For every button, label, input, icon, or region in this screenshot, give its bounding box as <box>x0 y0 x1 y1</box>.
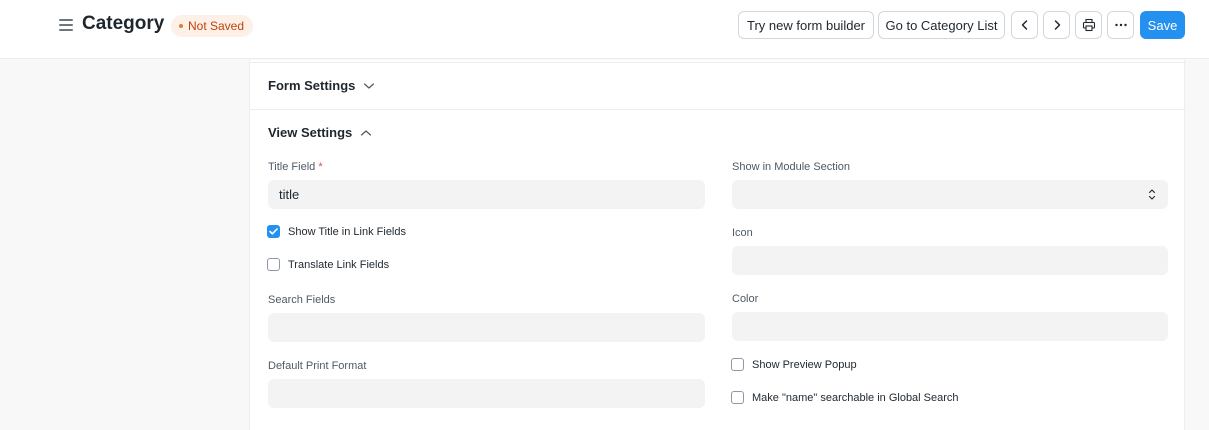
chevron-left-icon <box>1021 20 1027 30</box>
printer-icon <box>1082 18 1095 32</box>
form-card: Form Settings View Settings Title Field … <box>249 60 1186 430</box>
icon-field-label: Icon <box>732 227 753 239</box>
icon-field-input[interactable] <box>732 246 1168 275</box>
status-badge-label: Not Saved <box>188 19 245 33</box>
view-settings-section-header[interactable]: View Settings <box>268 125 372 140</box>
section-divider <box>250 62 1186 63</box>
select-arrows-icon <box>1148 189 1156 200</box>
required-mark: * <box>318 161 323 173</box>
search-fields-input[interactable] <box>268 313 705 342</box>
make-name-searchable-label: Make "name" searchable in Global Search <box>752 391 959 404</box>
ellipsis-icon <box>1114 23 1127 27</box>
chevron-up-icon <box>361 129 372 136</box>
next-record-button[interactable] <box>1043 11 1070 39</box>
try-new-form-builder-button[interactable]: Try new form builder <box>738 11 874 39</box>
color-field-input[interactable] <box>732 312 1168 341</box>
chevron-right-icon <box>1054 20 1060 30</box>
show-in-module-section-select[interactable] <box>732 180 1168 209</box>
form-settings-title: Form Settings <box>268 78 356 93</box>
checkbox-unchecked-icon[interactable] <box>731 358 744 371</box>
show-preview-popup-label: Show Preview Popup <box>752 358 857 371</box>
more-actions-button[interactable] <box>1107 11 1134 39</box>
go-to-list-button[interactable]: Go to Category List <box>878 11 1005 39</box>
previous-record-button[interactable] <box>1011 11 1038 39</box>
save-button-label: Save <box>1147 17 1178 33</box>
checkbox-unchecked-icon[interactable] <box>267 258 280 271</box>
chevron-down-icon <box>364 82 375 89</box>
checkbox-unchecked-icon[interactable] <box>731 391 744 404</box>
default-print-format-input[interactable] <box>268 379 705 408</box>
view-settings-title: View Settings <box>268 125 353 140</box>
search-fields-label: Search Fields <box>268 294 336 306</box>
go-to-list-label: Go to Category List <box>885 17 998 33</box>
show-in-module-section-label: Show in Module Section <box>732 161 851 173</box>
show-title-in-link-fields-label: Show Title in Link Fields <box>288 225 406 238</box>
print-button[interactable] <box>1075 11 1102 39</box>
try-new-form-builder-label: Try new form builder <box>747 17 865 33</box>
show-title-in-link-fields-checkbox[interactable]: Show Title in Link Fields <box>267 225 406 238</box>
sidebar-area <box>0 60 249 419</box>
translate-link-fields-checkbox[interactable]: Translate Link Fields <box>267 258 389 271</box>
show-preview-popup-checkbox[interactable]: Show Preview Popup <box>731 358 857 371</box>
page-header: Category Not Saved Try new form builder … <box>0 0 1209 59</box>
checkmark-icon <box>269 228 278 235</box>
checkbox-checked-icon[interactable] <box>267 225 280 238</box>
title-field-label: Title Field * <box>268 161 323 173</box>
make-name-searchable-checkbox[interactable]: Make "name" searchable in Global Search <box>731 391 959 404</box>
section-divider <box>250 109 1186 110</box>
hamburger-menu-icon[interactable] <box>59 18 73 32</box>
color-field-label: Color <box>732 293 759 305</box>
form-settings-section-header[interactable]: Form Settings <box>268 78 375 93</box>
save-button[interactable]: Save <box>1140 11 1185 39</box>
status-badge: Not Saved <box>171 15 254 37</box>
translate-link-fields-label: Translate Link Fields <box>288 258 390 271</box>
default-print-format-label: Default Print Format <box>268 360 367 372</box>
title-field-input[interactable]: title <box>268 180 705 209</box>
status-dot-icon <box>179 24 183 28</box>
page-title: Category <box>82 13 165 34</box>
